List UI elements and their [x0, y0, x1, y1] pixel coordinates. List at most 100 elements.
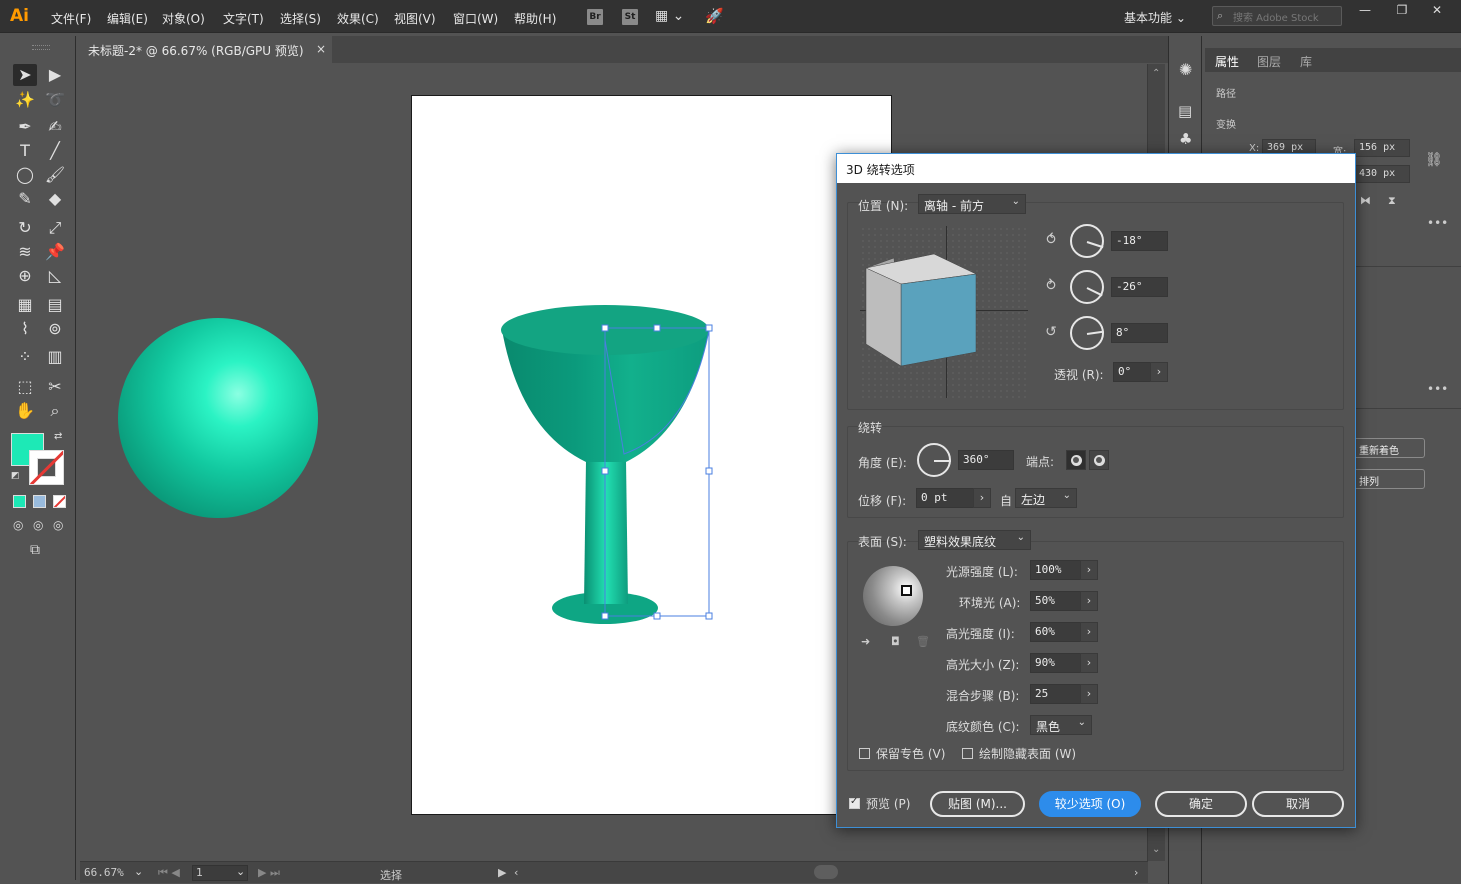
dialog-title: 3D 绕转选项 — [846, 163, 915, 177]
offset-slider-arrow-icon[interactable]: › — [973, 488, 991, 508]
delete-light-icon[interactable]: 🗑 — [916, 635, 930, 648]
flip-vertical-icon[interactable]: ⧗ — [1388, 194, 1396, 208]
draw-hidden-faces-checkbox[interactable] — [962, 748, 973, 759]
constrain-proportions-icon[interactable]: ⛓ — [1425, 152, 1443, 168]
position-value: 离轴 - 前方 — [924, 199, 984, 213]
light-intensity-arrow-icon[interactable]: › — [1080, 560, 1098, 580]
section-path-label: 路径 — [1216, 89, 1236, 100]
rotate-x-dial[interactable] — [1070, 224, 1104, 258]
preview-checkbox[interactable] — [849, 796, 860, 809]
more-options-icon[interactable]: ••• — [1427, 216, 1448, 230]
highlight-intensity-field[interactable]: 60% — [1030, 622, 1081, 642]
highlight-intensity-label: 高光强度 (I): — [946, 627, 1015, 641]
position-label: 位置 (N): — [858, 199, 909, 213]
revolve-section-label: 绕转 — [858, 421, 883, 435]
offset-field[interactable]: 0 pt — [916, 488, 974, 508]
panel-tabs: 属性 图层 库 — [1205, 48, 1461, 72]
tab-layers[interactable]: 图层 — [1257, 53, 1281, 70]
surface-label: 表面 (S): — [858, 535, 907, 549]
tab-properties[interactable]: 属性 — [1215, 53, 1239, 70]
fewer-options-button[interactable]: 较少选项 (O) — [1039, 791, 1141, 817]
horizontal-scroll-thumb[interactable] — [814, 865, 838, 879]
position-select[interactable]: 离轴 - 前方 ⌄ — [918, 194, 1026, 214]
rotate-y-axis-icon: ⥁ — [1046, 278, 1056, 294]
tab-libraries[interactable]: 库 — [1300, 53, 1312, 70]
section-transform-label: 变换 — [1216, 120, 1236, 131]
scroll-right-icon[interactable]: › — [1134, 866, 1138, 879]
flip-horizontal-icon[interactable]: ⧓ — [1360, 194, 1371, 207]
track-cube-area[interactable] — [860, 226, 1028, 398]
artboard-dropdown-icon[interactable]: ⌄ — [236, 865, 245, 878]
rotate-x-axis-icon: ⥀ — [1046, 232, 1056, 248]
blend-steps-field[interactable]: 25 — [1030, 684, 1081, 704]
zoom-dropdown-icon[interactable]: ⌄ — [134, 865, 143, 878]
height-field[interactable]: 430 px — [1354, 165, 1410, 183]
width-field[interactable]: 156 px — [1354, 139, 1410, 157]
recolor-button[interactable]: 重新着色 — [1353, 438, 1425, 458]
cap-on-button[interactable] — [1066, 450, 1086, 470]
zoom-level[interactable]: 66.67% — [84, 866, 124, 879]
rotate-z-dial[interactable] — [1070, 316, 1104, 350]
shading-color-value: 黑色 — [1036, 720, 1061, 734]
rotate-x-field[interactable]: -18° — [1111, 231, 1168, 251]
arrange-button[interactable]: 排列 — [1353, 469, 1425, 489]
perspective-label: 透视 (R): — [1054, 368, 1104, 382]
angle-dial[interactable] — [917, 443, 951, 477]
angle-label: 角度 (E): — [858, 456, 907, 470]
dialog-titlebar[interactable]: 3D 绕转选项 — [837, 154, 1355, 183]
highlight-size-field[interactable]: 90% — [1030, 653, 1081, 673]
blend-steps-label: 混合步骤 (B): — [946, 689, 1020, 703]
perspective-slider-arrow-icon[interactable]: › — [1150, 362, 1168, 382]
blend-steps-arrow-icon[interactable]: › — [1080, 684, 1098, 704]
cap-label: 端点: — [1026, 455, 1055, 469]
cap-off-button[interactable] — [1089, 450, 1109, 470]
status-menu-icon[interactable]: ▶ — [498, 866, 506, 879]
status-tool-label: 选择 — [380, 869, 402, 882]
ambient-arrow-icon[interactable]: › — [1080, 591, 1098, 611]
cancel-button[interactable]: 取消 — [1252, 791, 1344, 817]
offset-label: 位移 (F): — [858, 494, 907, 508]
preview-label: 预览 (P) — [866, 797, 911, 811]
shading-color-label: 底纹颜色 (C): — [946, 720, 1020, 734]
first-artboard-icon[interactable]: ⏮ ◀ — [158, 866, 180, 880]
preserve-spot-label: 保留专色 (V) — [876, 747, 946, 761]
rotate-z-field[interactable]: 8° — [1111, 323, 1168, 343]
scroll-down-icon[interactable]: ⌄ — [1152, 844, 1160, 855]
symbols-icon[interactable]: ♣ — [1179, 130, 1192, 148]
status-bar: 66.67% ⌄ ⏮ ◀ 1 ⌄ ▶ ⏭ 选择 ▶ ‹ › — [80, 861, 1148, 883]
light-source-handle[interactable] — [901, 585, 912, 596]
highlight-intensity-arrow-icon[interactable]: › — [1080, 622, 1098, 642]
ambient-field[interactable]: 50% — [1030, 591, 1081, 611]
rotation-cube-icon[interactable] — [860, 226, 1028, 398]
more-options-icon-2[interactable]: ••• — [1427, 382, 1448, 396]
highlight-size-label: 高光大小 (Z): — [946, 658, 1020, 672]
angle-field[interactable]: 360° — [958, 450, 1014, 470]
scroll-up-icon[interactable]: ⌃ — [1152, 68, 1160, 79]
light-intensity-label: 光源强度 (L): — [946, 565, 1018, 579]
ambient-label: 环境光 (A): — [959, 596, 1021, 610]
preserve-spot-checkbox[interactable] — [859, 748, 870, 759]
lighting-sphere[interactable] — [863, 566, 923, 626]
scroll-left-icon[interactable]: ‹ — [514, 866, 518, 879]
from-value: 左边 — [1021, 493, 1046, 507]
surface-select[interactable]: 塑料效果底纹 ⌄ — [918, 530, 1031, 550]
3d-revolve-options-dialog: 3D 绕转选项 位置 (N): 离轴 - 前方 ⌄ ⥀ -18° ⥁ -26° ↺… — [836, 153, 1356, 828]
shading-color-select[interactable]: 黑色 ⌄ — [1030, 715, 1092, 735]
new-light-icon[interactable]: ◘ — [891, 635, 900, 648]
rotate-z-axis-icon: ↺ — [1045, 324, 1057, 340]
from-label: 自 — [1000, 494, 1013, 508]
rotate-y-dial[interactable] — [1070, 270, 1104, 304]
ok-button[interactable]: 确定 — [1155, 791, 1247, 817]
sphere-object[interactable] — [118, 318, 318, 518]
perspective-field[interactable]: 0° — [1113, 362, 1151, 382]
highlight-size-arrow-icon[interactable]: › — [1080, 653, 1098, 673]
rotate-y-field[interactable]: -26° — [1111, 277, 1168, 297]
map-art-button[interactable]: 贴图 (M)... — [930, 791, 1025, 817]
from-select[interactable]: 左边 ⌄ — [1015, 488, 1077, 508]
draw-hidden-faces-label: 绘制隐藏表面 (W) — [979, 747, 1077, 761]
next-artboard-icon[interactable]: ▶ ⏭ — [258, 866, 280, 880]
transparency-icon[interactable]: ▤ — [1178, 102, 1192, 120]
move-light-back-icon[interactable]: ➜ — [861, 635, 870, 648]
appearance-icon[interactable]: ✺ — [1179, 60, 1192, 79]
light-intensity-field[interactable]: 100% — [1030, 560, 1081, 580]
